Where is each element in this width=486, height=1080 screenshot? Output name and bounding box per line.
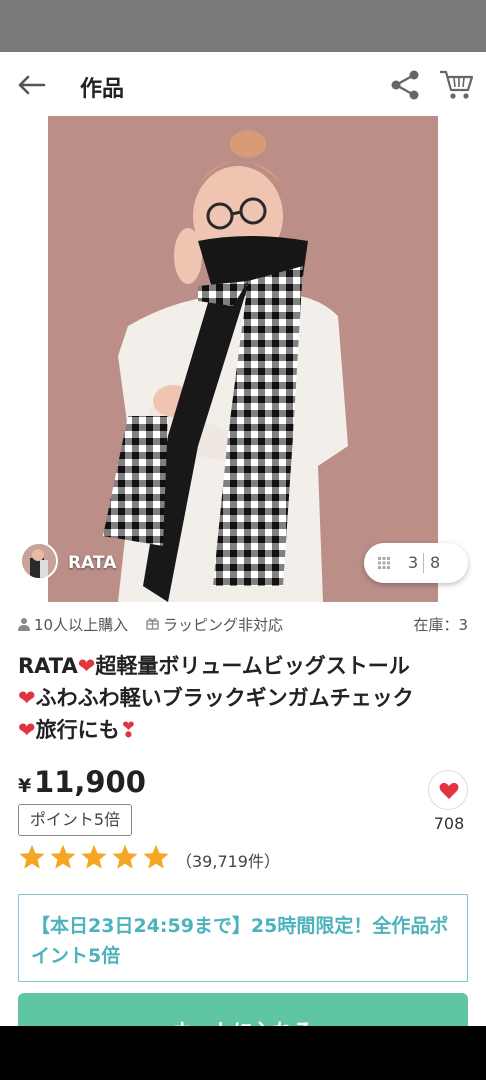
person-icon (18, 618, 30, 631)
system-navigation-bar (0, 1026, 486, 1080)
points-badge: ポイント5倍 (18, 804, 132, 836)
price: 11,900 (34, 765, 146, 799)
exclamation-heart-icon: ❣ (119, 718, 138, 742)
star-icon (112, 844, 138, 869)
star-icon (50, 844, 76, 869)
status-bar (0, 0, 486, 52)
share-icon[interactable] (388, 68, 422, 102)
favorite-count: 708 (433, 814, 465, 833)
purchase-count: 10人以上購入 (34, 616, 129, 634)
grid-icon (378, 557, 390, 569)
wrapping-status: ラッピング非対応 (163, 616, 284, 634)
heart-icon: ❤ (18, 686, 36, 710)
favorite-button[interactable] (428, 770, 468, 810)
heart-icon (439, 782, 459, 799)
title-line-1: 超軽量ボリュームビッグストール (95, 654, 410, 678)
stock-count: 在庫：3 (413, 616, 468, 634)
cart-icon[interactable] (438, 66, 474, 102)
currency-symbol: ¥ (18, 775, 32, 797)
shop-avatar[interactable] (20, 542, 58, 580)
product-image[interactable] (48, 116, 438, 602)
gift-icon (146, 618, 159, 630)
counter-divider (423, 553, 424, 573)
review-count[interactable]: （39,719件） (176, 848, 280, 872)
star-icon (143, 844, 169, 869)
star-icon (81, 844, 107, 869)
arrow-left-icon[interactable] (14, 68, 48, 102)
campaign-banner[interactable]: 【本日23日24:59まで】25時間限定！全作品ポイント5倍 (18, 894, 468, 982)
product-title: RATA❤超軽量ボリュームビッグストール ❤ふわふわ軽いブラックギンガムチェック ❤… (18, 650, 470, 746)
shop-name[interactable]: RATA (68, 553, 116, 573)
title-line-3: 旅行にも (35, 718, 120, 742)
title-line-2: ふわふわ軽いブラックギンガムチェック (35, 686, 414, 710)
page-title: 作品 (80, 77, 125, 102)
title-shop: RATA (18, 654, 78, 678)
heart-icon: ❤ (77, 654, 96, 678)
product-meta: 10人以上購入 ラッピング非対応 在庫：3 (18, 614, 468, 636)
app-bar: 作品 (0, 52, 486, 116)
total-image-count: 8 (430, 553, 441, 572)
image-counter[interactable]: 3 8 (364, 543, 468, 583)
campaign-text: 【本日23日24:59まで】25時間限定！全作品ポイント5倍 (31, 915, 449, 967)
heart-icon: ❤ (18, 718, 36, 742)
current-image-number: 3 (408, 553, 419, 572)
star-icon (19, 844, 45, 869)
